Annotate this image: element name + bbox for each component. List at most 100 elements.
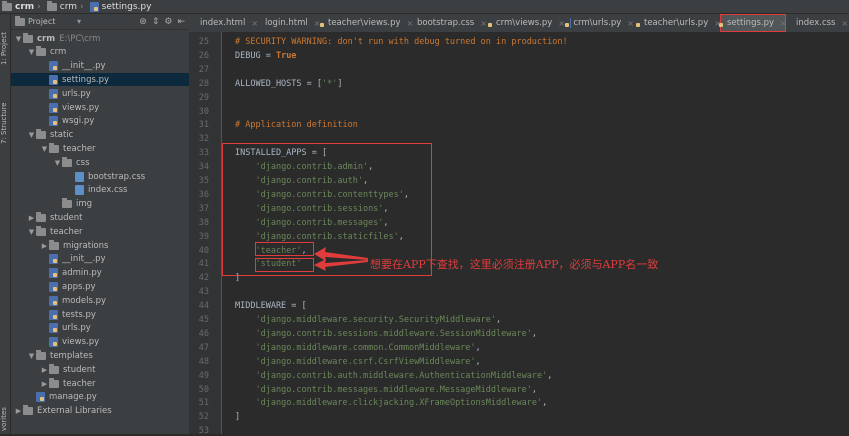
target-icon[interactable]: ⊛	[139, 17, 147, 27]
code-token	[235, 385, 255, 395]
tree-item[interactable]: bootstrap.css	[11, 170, 189, 183]
editor-tab-label: settings.py	[727, 18, 774, 28]
collapse-arrow-icon[interactable]: ▶	[40, 242, 49, 250]
editor-tab[interactable]: login.html×	[258, 14, 318, 32]
collapse-arrow-icon[interactable]: ▶	[27, 214, 36, 222]
structure-tool-tab[interactable]: 7: Structure	[0, 94, 10, 152]
editor-tab[interactable]: index.html×	[193, 14, 254, 32]
expand-arrow-icon[interactable]: ▼	[27, 228, 36, 236]
close-tab-icon[interactable]: ×	[627, 19, 634, 28]
tree-item[interactable]: ▶ teacher	[11, 377, 189, 390]
project-panel-header: Project ▾ ⊛ ⇕ ⚙ ⇤	[11, 14, 189, 30]
tree-item[interactable]: ▼teacher	[11, 225, 189, 238]
code-editor[interactable]: 想要在APP下查找，这里必须注册APP，必须与APP名一致 # SECURITY…	[222, 32, 849, 434]
expand-arrow-icon[interactable]: ▼	[27, 48, 36, 56]
string-literal: 'django.middleware.security.SecurityMidd…	[255, 315, 496, 325]
code-line: 'django.contrib.auth',	[235, 176, 368, 186]
code-token	[235, 218, 255, 228]
expand-arrow-icon[interactable]: ▼	[27, 131, 36, 139]
python-file-icon	[49, 337, 58, 347]
expand-arrow-icon[interactable]: ▼	[14, 35, 23, 43]
tree-item[interactable]: ▼static	[11, 129, 189, 142]
expand-arrow-icon[interactable]: ▼	[40, 145, 49, 153]
close-tab-icon[interactable]: ×	[558, 19, 565, 28]
tree-item-label: teacher	[63, 379, 96, 389]
line-number: 43	[189, 287, 209, 297]
folder-icon	[2, 3, 12, 11]
expand-arrow-icon[interactable]: ▼	[27, 352, 36, 360]
line-number: 48	[189, 357, 209, 367]
tree-item[interactable]: views.py	[11, 336, 189, 349]
keyword: True	[276, 51, 296, 61]
folder-icon	[49, 366, 59, 374]
tree-item-label: urls.py	[62, 323, 91, 333]
code-comment: # Application definition	[235, 120, 358, 130]
tree-item[interactable]: wsgi.py	[11, 115, 189, 128]
tree-item-label: models.py	[62, 296, 106, 306]
tree-item[interactable]: manage.py	[11, 391, 189, 404]
line-number: 49	[189, 371, 209, 381]
tree-item[interactable]: admin.py	[11, 267, 189, 280]
collapse-arrow-icon[interactable]: ▶	[14, 407, 23, 415]
code-line: 'django.contrib.auth.middleware.Authenti…	[235, 371, 552, 381]
tree-item[interactable]: __init__.py	[11, 253, 189, 266]
tree-item[interactable]: ▼crmE:\PC\crm	[11, 32, 189, 45]
line-number: 33	[189, 148, 209, 158]
tree-item[interactable]: index.css	[11, 184, 189, 197]
split-icon[interactable]: ⇕	[152, 17, 160, 27]
code-token	[235, 204, 255, 214]
code-token	[235, 246, 255, 256]
code-line: MIDDLEWARE = [	[235, 301, 307, 311]
code-token: ]	[235, 273, 240, 283]
python-file-icon	[36, 392, 45, 402]
tree-item[interactable]: models.py	[11, 294, 189, 307]
tree-item-selected[interactable]: settings.py	[11, 73, 189, 86]
tree-item[interactable]: ▶student	[11, 211, 189, 224]
editor-tab[interactable]: bootstrap.css×	[410, 14, 486, 32]
close-tab-icon[interactable]: ×	[780, 19, 787, 28]
hide-icon[interactable]: ⇤	[177, 17, 185, 27]
python-file-icon	[49, 61, 58, 71]
close-tab-icon[interactable]: ×	[480, 19, 487, 28]
tree-item[interactable]: ▼teacher	[11, 142, 189, 155]
tree-item[interactable]: views.py	[11, 101, 189, 114]
tree-item[interactable]: img	[11, 198, 189, 211]
favorites-tool-tab[interactable]: vorites	[0, 406, 10, 432]
breadcrumb-item[interactable]: crm›	[47, 2, 84, 12]
tree-item[interactable]: urls.py	[11, 87, 189, 100]
collapse-arrow-icon[interactable]: ▶	[40, 366, 49, 374]
tree-item[interactable]: ▶External Libraries	[11, 405, 189, 418]
project-tool-tab[interactable]: 1: Project	[0, 20, 10, 78]
tree-item-label: views.py	[62, 337, 99, 347]
tree-item[interactable]: ▶student	[11, 363, 189, 376]
tree-item[interactable]: ▼crm	[11, 46, 189, 59]
tree-item[interactable]: urls.py	[11, 322, 189, 335]
python-file-icon	[49, 296, 58, 306]
tree-item[interactable]: __init__.py	[11, 60, 189, 73]
breadcrumb-item[interactable]: crm›	[2, 2, 41, 12]
editor-tab[interactable]: teacher\views.py×	[321, 14, 407, 32]
code-token: MIDDLEWARE = [	[235, 301, 307, 311]
tree-item[interactable]: ▶migrations	[11, 239, 189, 252]
editor-tab[interactable]: index.css×	[789, 14, 847, 32]
code-line: 'django.contrib.messages.middleware.Mess…	[235, 385, 537, 395]
breadcrumb-item[interactable]: settings.py	[90, 2, 152, 12]
python-file-icon	[49, 75, 58, 85]
tree-item[interactable]: tests.py	[11, 308, 189, 321]
editor-tab[interactable]: crm\urls.py×	[566, 14, 634, 32]
tree-item[interactable]: ▼css	[11, 156, 189, 169]
editor-tab[interactable]: teacher\urls.py×	[637, 14, 717, 32]
breadcrumb-separator-icon: ›	[37, 2, 41, 12]
tree-item-label: img	[76, 199, 92, 209]
project-view-selector[interactable]: Project ▾	[15, 17, 81, 26]
tree-item[interactable]: ▼templates	[11, 349, 189, 362]
collapse-arrow-icon[interactable]: ▶	[40, 380, 49, 388]
expand-arrow-icon[interactable]: ▼	[53, 159, 62, 167]
line-number: 38	[189, 218, 209, 228]
tree-item[interactable]: apps.py	[11, 280, 189, 293]
code-token: ,	[404, 190, 409, 200]
editor-tab[interactable]: crm\views.py×	[489, 14, 563, 32]
gear-icon[interactable]: ⚙	[164, 17, 172, 27]
close-tab-icon[interactable]: ×	[842, 19, 849, 28]
editor-tab-active[interactable]: settings.py ×	[720, 14, 786, 32]
